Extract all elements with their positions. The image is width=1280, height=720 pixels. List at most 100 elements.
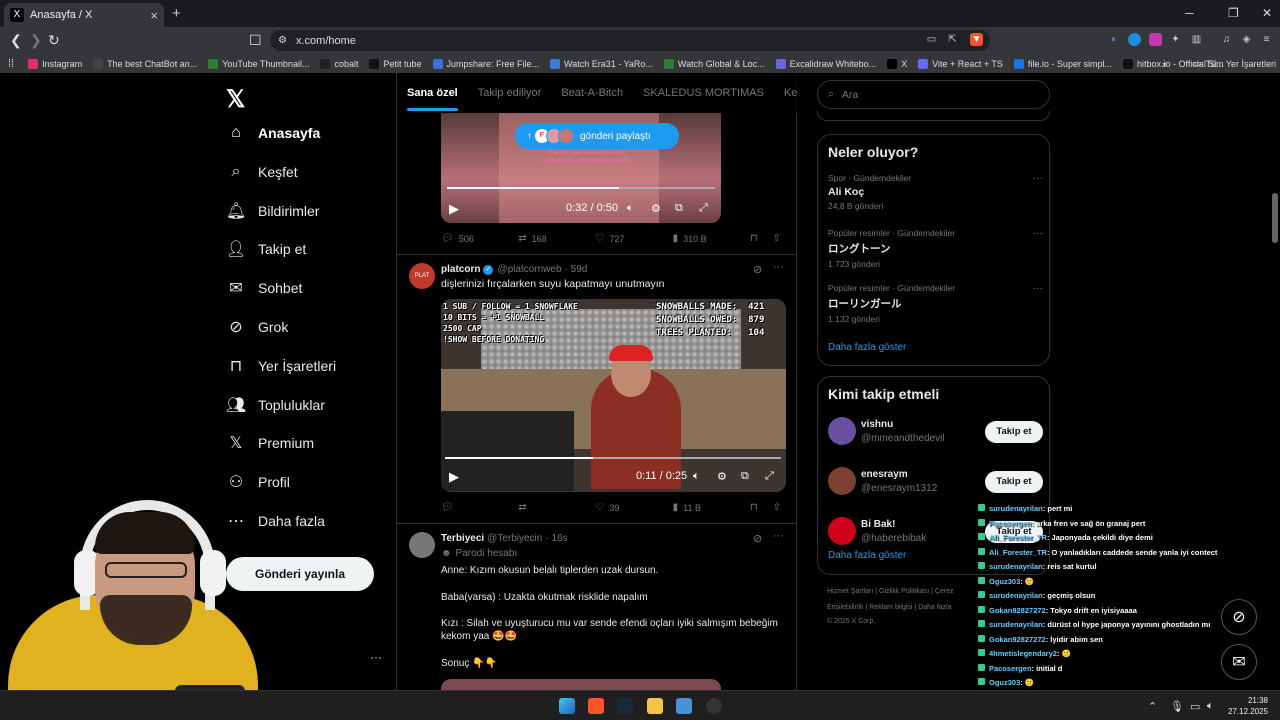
site-info-icon[interactable]: ⚙ [278, 35, 287, 46]
brave-icon[interactable] [588, 698, 604, 714]
post2-video[interactable]: 1 SUB / FOLLOW = 1 SNOWFLAKE 10 BITS = +… [441, 299, 786, 492]
trend-item[interactable]: Popüler resimler · Gündemdekiler ロングトーン 1.… [828, 228, 1043, 269]
network-icon[interactable]: ▭ [1190, 700, 1200, 713]
post-menu-icon[interactable]: ··· [773, 261, 784, 273]
bookmark-item[interactable]: Instagram [28, 58, 82, 69]
trend-menu-icon[interactable]: ··· [1033, 283, 1043, 294]
bookmark-item[interactable]: Watch Global & Loc... [663, 58, 765, 69]
timeline-tab[interactable]: SKALEDUS MORTIMAS [633, 87, 774, 99]
footer-links[interactable]: Erişilebilirlik | Reklam bilgisi | Daha … [827, 604, 952, 611]
cast-icon[interactable]: ▭ [925, 33, 938, 46]
nav-item[interactable]: ⊓ Yer İşaretleri [226, 356, 336, 376]
timeline-tab[interactable]: Takip ediliyor [468, 87, 552, 99]
reload-icon[interactable]: ↻ [48, 32, 60, 49]
monitor-icon[interactable] [676, 698, 692, 714]
follow-button[interactable]: Takip et [985, 421, 1043, 443]
new-posts-pill[interactable]: ↑ F gönderi paylaştı [515, 123, 679, 149]
play-icon[interactable]: ▶ [449, 469, 459, 485]
trend-item[interactable]: Spor · Gündemdekiler Ali Koç 24,8 B gönder… [828, 173, 1043, 211]
file-explorer-icon[interactable] [647, 698, 663, 714]
avatar[interactable]: PLAT [409, 263, 435, 289]
sidebar-icon[interactable]: ▥ [1190, 33, 1203, 46]
search-input[interactable]: ⌕ Ara [817, 80, 1050, 109]
tray-chevron-icon[interactable]: ⌃ [1148, 700, 1157, 713]
bookmark-item[interactable]: Petit tube [369, 58, 422, 69]
nav-item[interactable]: ⊘ Grok [226, 317, 288, 337]
extension-icon[interactable] [1149, 33, 1162, 46]
pip-icon[interactable]: ⧉ [675, 202, 683, 215]
author-name[interactable]: Terbiyeci [441, 533, 484, 544]
extension-icon[interactable] [1128, 33, 1141, 46]
url-field[interactable]: ⚙ x.com/home [270, 30, 990, 51]
volume-icon[interactable]: 🔈︎ [693, 470, 700, 483]
minimize-icon[interactable]: ─ [1185, 6, 1194, 20]
author-name[interactable]: platcorn [441, 264, 480, 275]
pip-icon[interactable]: ⧉ [741, 470, 749, 483]
bookmark-item[interactable]: Jumpshare: Free File... [432, 58, 539, 69]
new-tab-button[interactable]: + [172, 5, 181, 22]
suggestion-name[interactable]: enesraym [861, 469, 908, 480]
avatar[interactable] [828, 517, 856, 545]
extensions-icon[interactable]: ✦ [1169, 33, 1182, 46]
like-button[interactable]: ♡ 39 [595, 502, 672, 513]
nav-item[interactable]: 👥︎ Topluluklar [226, 395, 325, 415]
follow-suggestion[interactable]: vishnu @mmeandthedevil Takip et [828, 415, 1043, 451]
brave-shield-icon[interactable]: ▼ [970, 33, 983, 46]
fullscreen-icon[interactable]: ⤢ [765, 470, 774, 483]
post-age[interactable]: · 16s [545, 533, 567, 544]
tab-close-icon[interactable]: × [150, 8, 158, 23]
bookmark-item[interactable]: The best ChatBot an... [93, 58, 197, 69]
post-age[interactable]: · 59d [565, 264, 588, 275]
grok-fab-icon[interactable]: ⊘ [1221, 599, 1257, 635]
avatar[interactable] [828, 417, 856, 445]
bookmark-item[interactable]: Vite + React + TS [918, 58, 1003, 69]
timeline-tab[interactable]: Beat-A-Bitch [551, 87, 633, 99]
all-bookmarks-folder[interactable]: ▭ Tüm Yer İşaretleri [1193, 58, 1276, 69]
bookmark-item[interactable]: Excalidraw Whitebo... [775, 58, 876, 69]
play-icon[interactable]: ▶ [449, 201, 459, 217]
views-button[interactable]: ▮ 310 B [673, 233, 750, 244]
nav-item[interactable]: 𝕏 Premium [226, 433, 314, 453]
restore-icon[interactable]: ❐ [1228, 6, 1239, 20]
suggestion-name[interactable]: vishnu [861, 419, 893, 430]
trend-menu-icon[interactable]: ··· [1033, 228, 1043, 239]
share-icon[interactable]: ⇱ [946, 33, 959, 46]
account-menu-icon[interactable]: ··· [370, 650, 382, 664]
mic-icon[interactable]: 🎙︎ [1170, 700, 1184, 713]
forward-icon[interactable]: ❯ [30, 32, 42, 49]
bookmark-button[interactable]: ⊓ [750, 233, 763, 244]
nav-item[interactable]: 👤︎ Takip et [226, 239, 306, 259]
share-button[interactable]: ⇧ [773, 233, 786, 244]
views-button[interactable]: ▮ 11 B [673, 502, 750, 513]
messages-fab-icon[interactable]: ✉ [1221, 644, 1257, 680]
fullscreen-icon[interactable]: ⤢ [699, 202, 708, 215]
nav-item[interactable]: ⌕ Keşfet [226, 162, 298, 182]
trend-menu-icon[interactable]: ··· [1033, 173, 1043, 184]
obs-icon[interactable] [706, 698, 722, 714]
browser-tab[interactable]: X Anasayfa / X × [4, 3, 164, 27]
media-icon[interactable]: ♫ [1220, 33, 1233, 46]
timeline-tab[interactable]: Kend [774, 87, 797, 99]
post-menu-icon[interactable]: ··· [773, 530, 784, 542]
menu-icon[interactable]: ≡ [1260, 33, 1273, 46]
apps-icon[interactable]: ⁞⁞ [8, 58, 14, 70]
bookmark-item[interactable]: X [887, 58, 907, 69]
system-clock[interactable]: 21:38 27.12.2025 [1228, 695, 1268, 717]
vpn-icon[interactable]: ◈ [1240, 33, 1253, 46]
speaker-icon[interactable]: 🔈︎ [1207, 700, 1214, 713]
back-icon[interactable]: ❮ [10, 32, 22, 49]
author-handle[interactable]: @Terbiyecin [487, 533, 542, 544]
nav-item[interactable]: ✉ Sohbet [226, 278, 302, 298]
video-progress[interactable] [445, 457, 781, 459]
grok-icon[interactable]: ⊘ [753, 263, 762, 276]
steam-icon[interactable] [617, 698, 633, 714]
grok-icon[interactable]: ⊘ [753, 532, 762, 545]
start-icon[interactable] [559, 698, 575, 714]
extension-icon[interactable]: ◗ [1107, 33, 1120, 46]
reply-button[interactable]: 💬︎ 506 [441, 233, 518, 244]
like-button[interactable]: ♡ 727 [595, 233, 672, 244]
bookmark-item[interactable]: Watch Era31 - YaRo... [550, 58, 653, 69]
footer-links[interactable]: Hizmet Şartları | Gizlilik Politikası | … [827, 588, 954, 595]
page-scrollbar[interactable] [1272, 193, 1278, 243]
bookmarks-more-icon[interactable]: » [1162, 59, 1167, 69]
